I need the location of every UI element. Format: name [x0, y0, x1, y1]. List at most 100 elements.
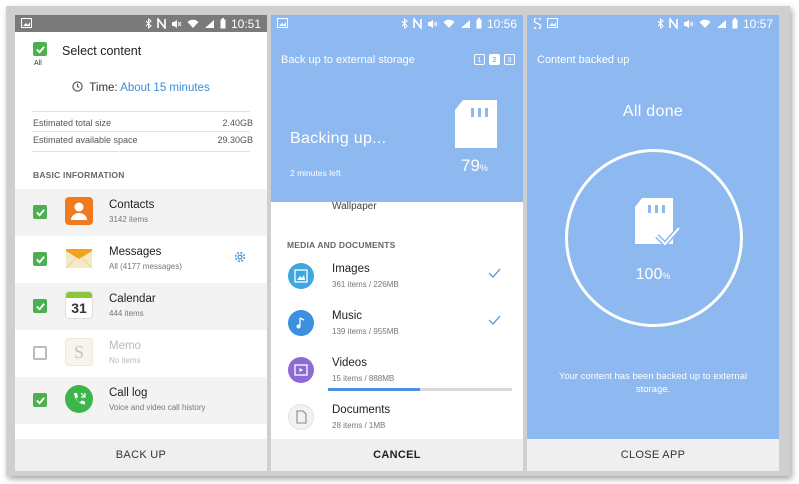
- list-item-documents: Documents 28 items / 1MB: [271, 396, 523, 443]
- percent-value: 100: [635, 266, 663, 283]
- divider: [32, 111, 250, 112]
- signal-icon: [460, 19, 470, 28]
- time-estimate: Time: About 15 minutes: [15, 81, 267, 94]
- available-space-value: 29.30GB: [217, 135, 253, 145]
- calendar-app-icon: 31: [65, 291, 93, 319]
- all-done-heading: All done: [622, 103, 684, 120]
- memo-checkbox[interactable]: [33, 346, 47, 360]
- item-sub: Voice and video call history: [109, 403, 206, 412]
- item-name: Documents: [332, 404, 391, 416]
- select-header: All Select content: [15, 32, 267, 76]
- nfc-icon: [157, 18, 166, 29]
- select-all-checkbox[interactable]: [33, 42, 47, 56]
- cancel-button[interactable]: CANCEL: [271, 439, 523, 471]
- item-name: Calendar: [109, 293, 156, 305]
- step-1: 1: [474, 54, 485, 65]
- messages-checkbox[interactable]: [33, 252, 47, 266]
- wifi-icon: [187, 19, 199, 28]
- page-title: Back up to external storage: [281, 54, 415, 66]
- item-sub: 3142 items: [109, 215, 149, 224]
- list-item-calendar[interactable]: 31 Calendar 444 items: [15, 283, 267, 330]
- list-item-contacts[interactable]: Contacts 3142 items: [15, 189, 267, 236]
- videos-progress-bar: [328, 388, 512, 391]
- battery-icon: [220, 18, 226, 29]
- call-log-checkbox[interactable]: [33, 393, 47, 407]
- bluetooth-icon: [145, 18, 152, 29]
- available-space-row: Estimated available space 29.30GB: [33, 135, 253, 145]
- call-log-app-icon: [65, 385, 93, 413]
- battery-icon: [732, 18, 738, 29]
- list-item-memo[interactable]: S Memo No items: [15, 330, 267, 377]
- select-all-label: All: [34, 60, 42, 67]
- music-note-icon: [296, 317, 305, 329]
- item-sub: 444 items: [109, 309, 144, 318]
- messages-app-icon: [65, 244, 93, 272]
- signal-icon: [716, 19, 726, 28]
- wifi-icon: [443, 19, 455, 28]
- total-size-value: 2.40GB: [222, 118, 253, 128]
- item-name: Messages: [109, 246, 162, 258]
- gallery-notification-icon: [277, 18, 288, 28]
- item-sub: 139 items / 955MB: [332, 327, 399, 336]
- video-icon: [294, 364, 308, 376]
- signal-icon: [204, 19, 214, 28]
- back-up-button[interactable]: BACK UP: [15, 439, 267, 471]
- contacts-app-icon: [65, 197, 93, 225]
- status-bar: 10:57: [527, 15, 779, 32]
- panel-select-content: 10:51 All Select content Time: About 15 …: [15, 15, 267, 471]
- total-size-row: Estimated total size 2.40GB: [33, 118, 253, 128]
- status-bar: 10:51: [15, 15, 267, 32]
- bluetooth-icon: [401, 18, 408, 29]
- nfc-icon: [669, 18, 678, 29]
- done-check-icon: [488, 315, 501, 325]
- page-title: Select content: [62, 44, 142, 58]
- battery-icon: [476, 18, 482, 29]
- person-icon: [71, 202, 87, 220]
- section-header-media: MEDIA AND DOCUMENTS: [287, 240, 396, 250]
- nfc-icon: [413, 18, 422, 29]
- mute-icon: [683, 19, 694, 28]
- contacts-checkbox[interactable]: [33, 205, 47, 219]
- time-left: 2 minutes left: [290, 168, 341, 178]
- item-name: Videos: [332, 357, 367, 369]
- section-header-basic: BASIC INFORMATION: [33, 170, 125, 180]
- time-value: About 15 minutes: [120, 82, 210, 94]
- step-3: 3: [504, 54, 515, 65]
- percent-value: 79: [461, 156, 480, 175]
- image-icon: [294, 269, 308, 283]
- available-space-label: Estimated available space: [33, 135, 138, 145]
- close-app-button[interactable]: CLOSE APP: [527, 439, 779, 471]
- images-category-icon: [288, 263, 314, 289]
- checkmark-icon: [35, 208, 45, 217]
- phone-icon: [74, 392, 86, 405]
- panel-backing-up: 10:56 Back up to external storage 1 2 3 …: [271, 15, 523, 471]
- music-category-icon: [288, 310, 314, 336]
- divider: [32, 131, 250, 132]
- status-bar: 10:56: [271, 15, 523, 32]
- percent-sign: %: [479, 163, 488, 173]
- screenshot-frame: 10:51 All Select content Time: About 15 …: [6, 6, 790, 476]
- backing-up-status: Backing up...: [290, 130, 387, 147]
- list-item-music: Music 139 items / 955MB: [271, 302, 523, 349]
- mute-icon: [171, 19, 182, 28]
- percent-sign: %: [662, 271, 671, 281]
- item-name: Memo: [109, 340, 141, 352]
- step-2: 2: [489, 54, 500, 65]
- item-sub: 15 items / 888MB: [332, 374, 395, 383]
- calendar-checkbox[interactable]: [33, 299, 47, 313]
- list-item-call-log[interactable]: Call log Voice and video call history: [15, 377, 267, 424]
- done-check-icon: [488, 268, 501, 278]
- samsung-s-icon: [533, 18, 542, 29]
- gear-icon[interactable]: [233, 250, 247, 264]
- divider: [32, 151, 250, 152]
- gallery-notification-icon: [547, 18, 558, 28]
- checkmark-icon: [35, 255, 45, 264]
- item-sub: All (4177 messages): [109, 262, 182, 271]
- item-name: Music: [332, 310, 363, 322]
- status-time: 10:56: [486, 16, 517, 31]
- list-item-messages[interactable]: Messages All (4177 messages): [15, 236, 267, 283]
- mute-icon: [427, 19, 438, 28]
- videos-category-icon: [288, 357, 314, 383]
- item-name: Contacts: [109, 199, 155, 211]
- backup-progress-header: Back up to external storage 1 2 3 Backin…: [271, 32, 523, 214]
